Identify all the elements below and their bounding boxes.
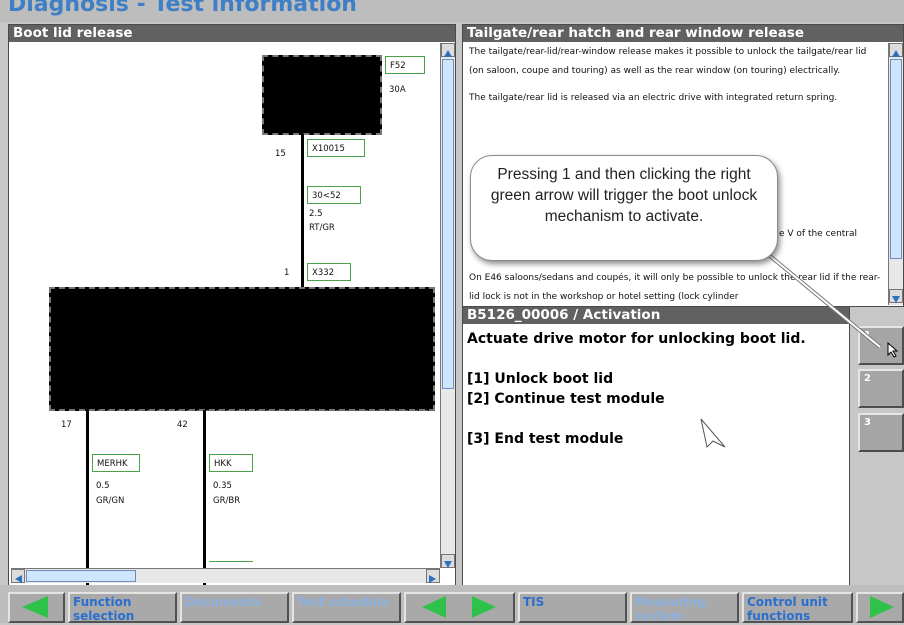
callout-text: Pressing 1 and then clicking the right g… bbox=[490, 166, 758, 225]
control-unit-functions-button[interactable]: Control unit functions bbox=[742, 592, 853, 623]
tis-button[interactable]: TIS bbox=[518, 592, 627, 623]
bottom-toolbar: Function selection Documents Test schedu… bbox=[0, 585, 904, 623]
page-navigation-buttons bbox=[404, 592, 515, 623]
measuring-system-button[interactable]: Measuring system bbox=[630, 592, 739, 623]
callout-pointer-line bbox=[768, 254, 882, 349]
next-page-arrow-icon[interactable] bbox=[472, 596, 496, 618]
function-selection-button[interactable]: Function selection bbox=[68, 592, 177, 623]
previous-page-arrow-icon[interactable] bbox=[422, 596, 446, 618]
annotation-callout: Pressing 1 and then clicking the right g… bbox=[470, 155, 778, 261]
back-button[interactable] bbox=[8, 592, 65, 623]
right-arrow-icon bbox=[870, 596, 894, 618]
forward-button[interactable] bbox=[856, 592, 904, 623]
documents-button[interactable]: Documents bbox=[180, 592, 289, 623]
left-arrow-icon bbox=[22, 596, 48, 618]
test-schedule-button[interactable]: Test schedule bbox=[292, 592, 401, 623]
